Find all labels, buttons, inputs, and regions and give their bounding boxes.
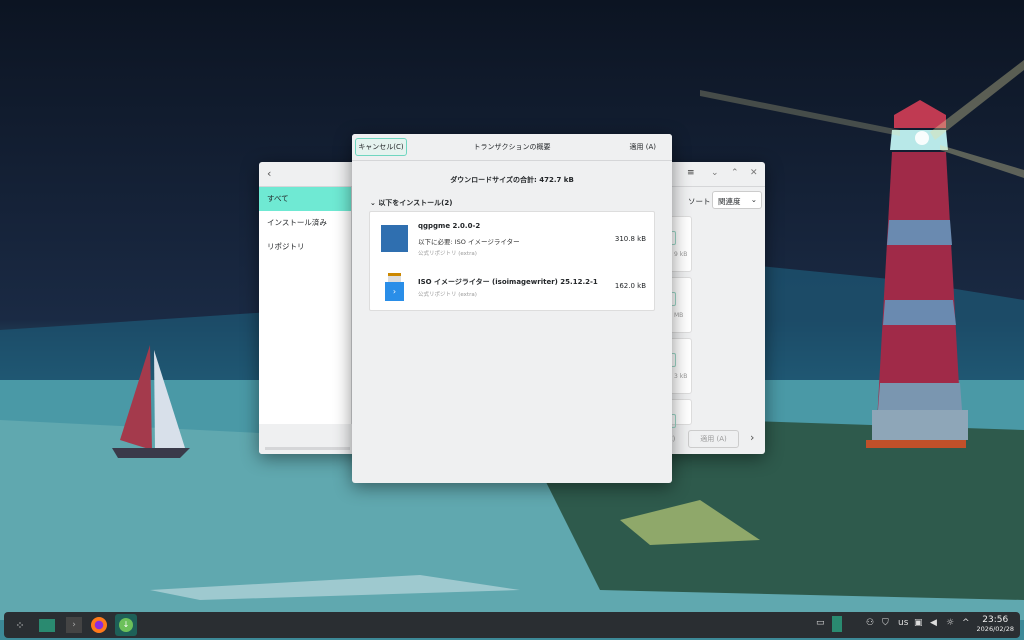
scrollbar[interactable] <box>265 447 350 450</box>
display-icon[interactable]: ▣ <box>914 618 923 628</box>
card-size: 9 kB <box>674 251 687 258</box>
dialog-title: トランザクションの概要 <box>352 142 672 152</box>
clock-date: 2026/02/28 <box>977 625 1014 633</box>
minimize-icon[interactable]: ⌄ <box>711 168 719 178</box>
sidebar: すべて インストール済み リポジトリ <box>259 187 352 424</box>
app-launcher-icon[interactable]: ⁘ <box>9 614 31 636</box>
isoimagewriter-icon: › <box>385 282 404 301</box>
pager-icon[interactable] <box>832 616 842 632</box>
sort-value: 関連度 <box>718 197 741 206</box>
clock[interactable]: 23:56 2026/02/28 <box>977 615 1014 633</box>
sidebar-item-repositories[interactable]: リポジトリ <box>259 235 351 259</box>
card-size: MB <box>674 312 683 319</box>
taskbar: ⁘ › ↓ ▭ ⚇ ⛉ us ▣ ◀ ☼ ^ 23:56 2026/02/28 <box>4 612 1020 638</box>
install-section-toggle[interactable]: ⌄ 以下をインストール(2) <box>370 198 452 208</box>
sort-label: ソート <box>688 196 711 207</box>
transaction-summary-dialog: キャンセル(C) トランザクションの概要 適用 (A) ダウンロードサイズの合計… <box>352 134 672 483</box>
keyboard-layout[interactable]: us <box>898 618 908 628</box>
discover-icon[interactable] <box>36 614 58 636</box>
software-center-taskbar-icon[interactable]: ↓ <box>115 614 137 636</box>
section-label: 以下をインストール(2) <box>378 199 452 207</box>
brightness-icon[interactable]: ☼ <box>946 618 954 628</box>
close-icon[interactable]: ✕ <box>750 168 758 178</box>
chevron-down-icon: ⌄ <box>751 195 757 204</box>
package-desc: 以下に必要: ISO イメージライター <box>418 236 520 246</box>
expand-tray-icon[interactable]: ^ <box>962 618 970 628</box>
apply-button[interactable]: 適用 (A) <box>688 430 739 448</box>
usb-icon <box>388 273 401 282</box>
card-size: 3 kB <box>674 373 687 380</box>
sort-select[interactable]: 関連度 ⌄ <box>712 191 762 209</box>
sidebar-item-installed[interactable]: インストール済み <box>259 211 351 235</box>
package-name: qgpgme 2.0.0-2 <box>418 222 480 230</box>
dialog-header: キャンセル(C) トランザクションの概要 適用 (A) <box>352 134 672 161</box>
clock-time: 23:56 <box>977 615 1014 625</box>
terminal-icon[interactable]: › <box>63 614 85 636</box>
chevron-right-icon[interactable]: › <box>750 431 754 444</box>
network-icon[interactable]: ⚇ <box>866 618 874 628</box>
list-item[interactable]: qgpgme 2.0.0-2 以下に必要: ISO イメージライター 公式リポジ… <box>370 212 654 257</box>
firefox-icon[interactable] <box>88 614 110 636</box>
package-size: 162.0 kB <box>615 282 646 290</box>
show-desktop-icon[interactable]: ▭ <box>816 618 825 628</box>
package-repo: 公式リポジトリ (extra) <box>418 290 477 298</box>
sidebar-footer <box>259 424 352 454</box>
shield-icon[interactable]: ⛉ <box>882 618 889 628</box>
download-total: ダウンロードサイズの合計: 472.7 kB <box>352 175 672 185</box>
back-button[interactable]: ‹ <box>267 167 271 180</box>
sidebar-item-all[interactable]: すべて <box>259 187 351 211</box>
package-name: ISO イメージライター (isoimagewriter) 25.12.2-1 <box>418 277 598 287</box>
list-item[interactable]: › ISO イメージライター (isoimagewriter) 25.12.2-… <box>370 264 654 309</box>
package-size: 310.8 kB <box>615 235 646 243</box>
maximize-icon[interactable]: ⌃ <box>731 168 739 178</box>
apply-button[interactable]: 適用 (A) <box>630 142 656 152</box>
archive-icon <box>381 225 408 252</box>
package-list: qgpgme 2.0.0-2 以下に必要: ISO イメージライター 公式リポジ… <box>369 211 655 311</box>
package-repo: 公式リポジトリ (extra) <box>418 249 477 257</box>
menu-icon[interactable]: ≡ <box>687 168 695 178</box>
volume-icon[interactable]: ◀ <box>930 618 937 628</box>
